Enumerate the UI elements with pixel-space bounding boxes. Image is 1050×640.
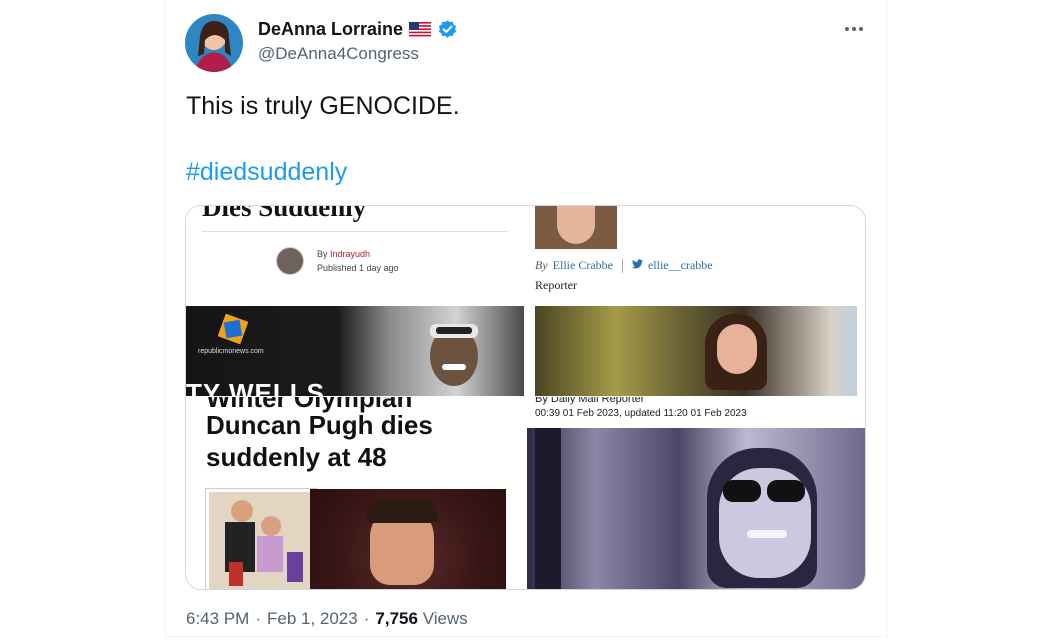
divider <box>621 258 623 273</box>
views-label: Views <box>422 609 468 628</box>
twitter-bird-icon <box>631 259 643 272</box>
divider <box>166 636 884 637</box>
article-byline: By Daily Mail Reporter <box>535 397 645 405</box>
by-label: By <box>317 249 328 259</box>
media-panel-top-right[interactable]: By Ellie Crabbe ellie__crabbe Reporter <box>527 206 865 396</box>
headline-line-1: Duncan Pugh dies <box>206 410 433 440</box>
tweet-date[interactable]: Feb 1, 2023 <box>267 609 358 629</box>
site-logo-icon <box>218 314 248 344</box>
meta-separator: · <box>363 609 370 628</box>
grid-gutter-horizontal <box>186 396 865 397</box>
us-flag-icon <box>409 22 432 37</box>
article-photo-sunglasses <box>527 428 865 589</box>
display-name[interactable]: DeAnna Lorraine <box>258 19 403 40</box>
article-photo-portrait <box>310 489 506 589</box>
article-byline: By Indrayudh <box>317 249 370 259</box>
article-headline-fragment: Dies Suddenly <box>202 206 367 222</box>
banner-text: TY WELLS <box>186 378 325 396</box>
media-attachment[interactable]: Dies Suddenly By Indrayudh Published 1 d… <box>185 205 866 590</box>
more-options-icon[interactable] <box>842 20 866 38</box>
reporter-byline: By Ellie Crabbe ellie__crabbe <box>535 258 713 273</box>
article-photo-family <box>206 489 316 589</box>
reporter-name: Ellie Crabbe <box>552 258 613 272</box>
by-label: By <box>535 258 548 272</box>
views-count-wrap[interactable]: 7,756 Views <box>375 609 467 629</box>
headline-line-2: suddenly at 48 <box>206 442 387 472</box>
article-image: republicmonews.com TY WELLS <box>186 306 524 396</box>
views-count: 7,756 <box>375 609 418 628</box>
avatar[interactable] <box>185 14 243 72</box>
author-handle[interactable]: @DeAnna4Congress <box>258 44 419 64</box>
article-author: Indrayudh <box>330 249 371 259</box>
author-name-row: DeAnna Lorraine <box>258 19 458 40</box>
media-panel-bottom-left[interactable]: Winter Olympian Duncan Pugh dies suddenl… <box>186 397 524 589</box>
verified-badge-icon[interactable] <box>437 19 458 40</box>
hashtag-link[interactable]: #diedsuddenly <box>186 158 347 187</box>
meta-separator: · <box>255 609 261 628</box>
article-timestamp: 00:39 01 Feb 2023, updated 11:20 01 Feb … <box>535 408 747 419</box>
tweet-meta: 6:43 PM · Feb 1, 2023 · 7,756 Views <box>186 609 468 629</box>
reporter-large-photo <box>535 306 857 396</box>
athlete-photo <box>430 324 478 386</box>
reporter-role: Reporter <box>535 278 577 292</box>
author-avatar <box>276 247 304 275</box>
media-panel-bottom-right[interactable]: By Daily Mail Reporter 00:39 01 Feb 2023… <box>527 397 865 589</box>
divider <box>202 231 508 232</box>
media-panel-top-left[interactable]: Dies Suddenly By Indrayudh Published 1 d… <box>186 206 524 396</box>
reporter-photo <box>535 206 617 249</box>
grid-gutter-vertical <box>524 206 527 589</box>
site-name: republicmonews.com <box>198 348 264 355</box>
reporter-twitter: ellie__crabbe <box>647 258 713 272</box>
tweet-text: This is truly GENOCIDE. <box>186 92 460 120</box>
published-label: Published 1 day ago <box>317 263 399 273</box>
tweet-time[interactable]: 6:43 PM <box>186 609 249 629</box>
